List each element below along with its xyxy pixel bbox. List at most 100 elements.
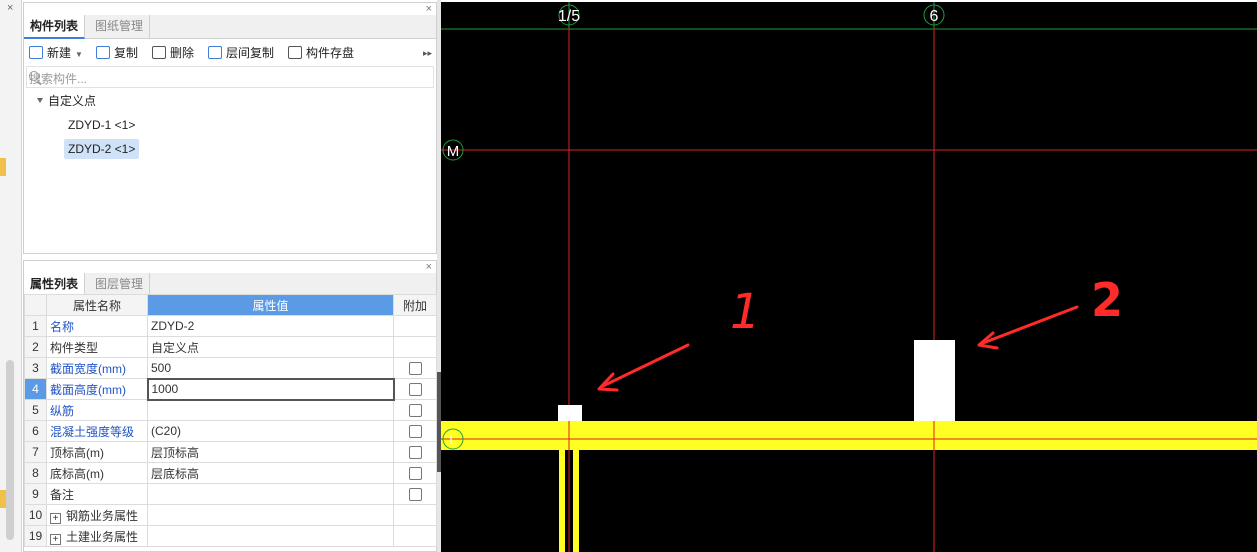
drawing-canvas[interactable]: 1/5 6 M L 1 2 [441, 2, 1257, 552]
close-icon[interactable]: × [426, 261, 432, 273]
row-value [147, 525, 394, 547]
extra-checkbox[interactable] [408, 467, 422, 481]
annotation-arrow-1 [601, 343, 690, 388]
header-num [24, 294, 47, 316]
row-name[interactable]: + 土建业务属性 [46, 525, 148, 547]
annotation-arrow-2 [981, 305, 1079, 345]
close-icon[interactable]: × [7, 2, 13, 14]
table-row[interactable]: 9 备注 [24, 483, 437, 505]
more-icon[interactable]: ▸▸ [423, 48, 432, 59]
row-value[interactable]: 500 [147, 357, 394, 379]
table-row[interactable]: 1 名称 ZDYD-2 [24, 315, 437, 337]
row-value[interactable]: 层底标高 [147, 462, 394, 484]
copy-button[interactable]: 复制 [96, 44, 138, 62]
trash-icon [152, 46, 166, 59]
row-num: 7 [24, 441, 47, 463]
row-value[interactable]: (C20) [147, 420, 394, 442]
save-component-button[interactable]: 构件存盘 [288, 44, 354, 62]
row-value[interactable] [147, 483, 394, 505]
table-row[interactable]: 2 构件类型 自定义点 [24, 336, 437, 358]
search-icon[interactable] [29, 71, 39, 81]
chevron-down-icon[interactable]: ▼ [75, 50, 83, 59]
row-value[interactable]: 自定义点 [147, 336, 394, 358]
close-icon[interactable]: × [426, 3, 432, 15]
row-name: 备注 [46, 483, 148, 505]
header-extra: 附加 [393, 294, 437, 316]
row-name: 截面宽度(mm) [46, 357, 148, 379]
row-extra [393, 483, 437, 505]
row-value[interactable]: 层顶标高 [147, 441, 394, 463]
tree-group-custom-point[interactable]: 自定义点 [37, 91, 96, 111]
extra-checkbox[interactable] [408, 404, 422, 418]
component-list-panel: × 构件列表 图纸管理 新建 ▼ 复制 删除 层间复制 构件存盘 ▸▸ 搜索构件.… [23, 2, 437, 254]
row-value [147, 504, 394, 526]
table-row[interactable]: 8 底标高(m) 层底标高 [24, 462, 437, 484]
copy-label: 复制 [114, 46, 139, 60]
edge-marker [0, 158, 6, 176]
extra-checkbox[interactable] [408, 383, 422, 397]
tree-item-zdyd-2[interactable]: ZDYD-2 <1> [64, 139, 140, 159]
floor-copy-icon [208, 46, 222, 59]
row-extra [393, 462, 437, 484]
extra-checkbox[interactable] [408, 362, 422, 376]
expand-icon[interactable]: + [50, 533, 61, 545]
row-name: 截面高度(mm) [46, 378, 148, 400]
custom-point-zdyd-2[interactable] [914, 340, 955, 421]
table-row[interactable]: 4 截面高度(mm) 1000 [24, 377, 437, 401]
row-name[interactable]: + 钢筋业务属性 [46, 504, 148, 526]
extra-checkbox[interactable] [408, 425, 422, 439]
tab-drawing-management[interactable]: 图纸管理 [89, 15, 151, 39]
row-extra [393, 399, 437, 421]
floor-copy-button[interactable]: 层间复制 [208, 44, 274, 62]
save-icon [288, 46, 302, 59]
row-num: 2 [24, 336, 47, 358]
row-num: 10 [24, 504, 47, 526]
tree-item-zdyd-1[interactable]: ZDYD-1 <1> [68, 115, 135, 135]
new-label: 新建 [47, 46, 72, 60]
extra-checkbox[interactable] [408, 488, 422, 502]
table-row[interactable]: 10 + 钢筋业务属性 [24, 504, 437, 526]
row-name: 混凝土强度等级 [46, 420, 148, 442]
row-num: 3 [24, 357, 47, 379]
axis-label-m: M [447, 143, 460, 160]
expand-icon[interactable]: + [50, 512, 61, 524]
delete-button[interactable]: 删除 [152, 44, 194, 62]
row-name: 构件类型 [46, 336, 148, 358]
tab-component-list[interactable]: 构件列表 [24, 15, 86, 39]
axis-label-1-5: 1/5 [558, 8, 580, 25]
row-num: 1 [24, 315, 47, 337]
row-name: 纵筋 [46, 399, 148, 421]
row-num: 5 [24, 399, 47, 421]
table-row[interactable]: 19 + 土建业务属性 [24, 525, 437, 547]
row-extra [393, 420, 437, 442]
tree-group-label: 自定义点 [48, 94, 97, 108]
row-extra [393, 336, 437, 358]
row-value[interactable] [147, 399, 394, 421]
property-table: 属性名称 属性值 附加 1 名称 ZDYD-2 2 构件类型 自定义点 3 截面… [24, 294, 437, 547]
custom-point-zdyd-1[interactable] [558, 405, 582, 421]
row-extra [393, 525, 437, 547]
delete-label: 删除 [170, 46, 195, 60]
left-edge-strip: × [0, 0, 22, 552]
component-toolbar: 新建 ▼ 复制 删除 层间复制 构件存盘 ▸▸ [24, 40, 436, 66]
scrollbar[interactable] [6, 360, 14, 540]
canvas-svg: 1/5 6 M L 1 2 [441, 2, 1257, 552]
axis-label-6: 6 [930, 8, 939, 25]
row-num: 9 [24, 483, 47, 505]
table-row[interactable]: 6 混凝土强度等级 (C20) [24, 420, 437, 442]
extra-checkbox[interactable] [408, 446, 422, 460]
table-row[interactable]: 5 纵筋 [24, 399, 437, 421]
search-input[interactable]: 搜索构件... [26, 66, 434, 88]
chevron-down-icon[interactable] [37, 98, 43, 103]
table-row[interactable]: 3 截面宽度(mm) 500 [24, 357, 437, 379]
property-panel: × 属性列表 图层管理 属性名称 属性值 附加 1 名称 ZDYD-2 2 构件… [23, 260, 437, 552]
table-row[interactable]: 7 顶标高(m) 层顶标高 [24, 441, 437, 463]
axis-label-l: L [449, 432, 456, 447]
row-num: 6 [24, 420, 47, 442]
yellow-beam[interactable] [441, 421, 1257, 450]
row-extra [393, 378, 437, 400]
new-button[interactable]: 新建 ▼ [29, 44, 83, 62]
header-property-name: 属性名称 [46, 294, 148, 316]
row-value[interactable]: ZDYD-2 [147, 315, 394, 337]
row-value-input[interactable]: 1000 [146, 377, 395, 401]
